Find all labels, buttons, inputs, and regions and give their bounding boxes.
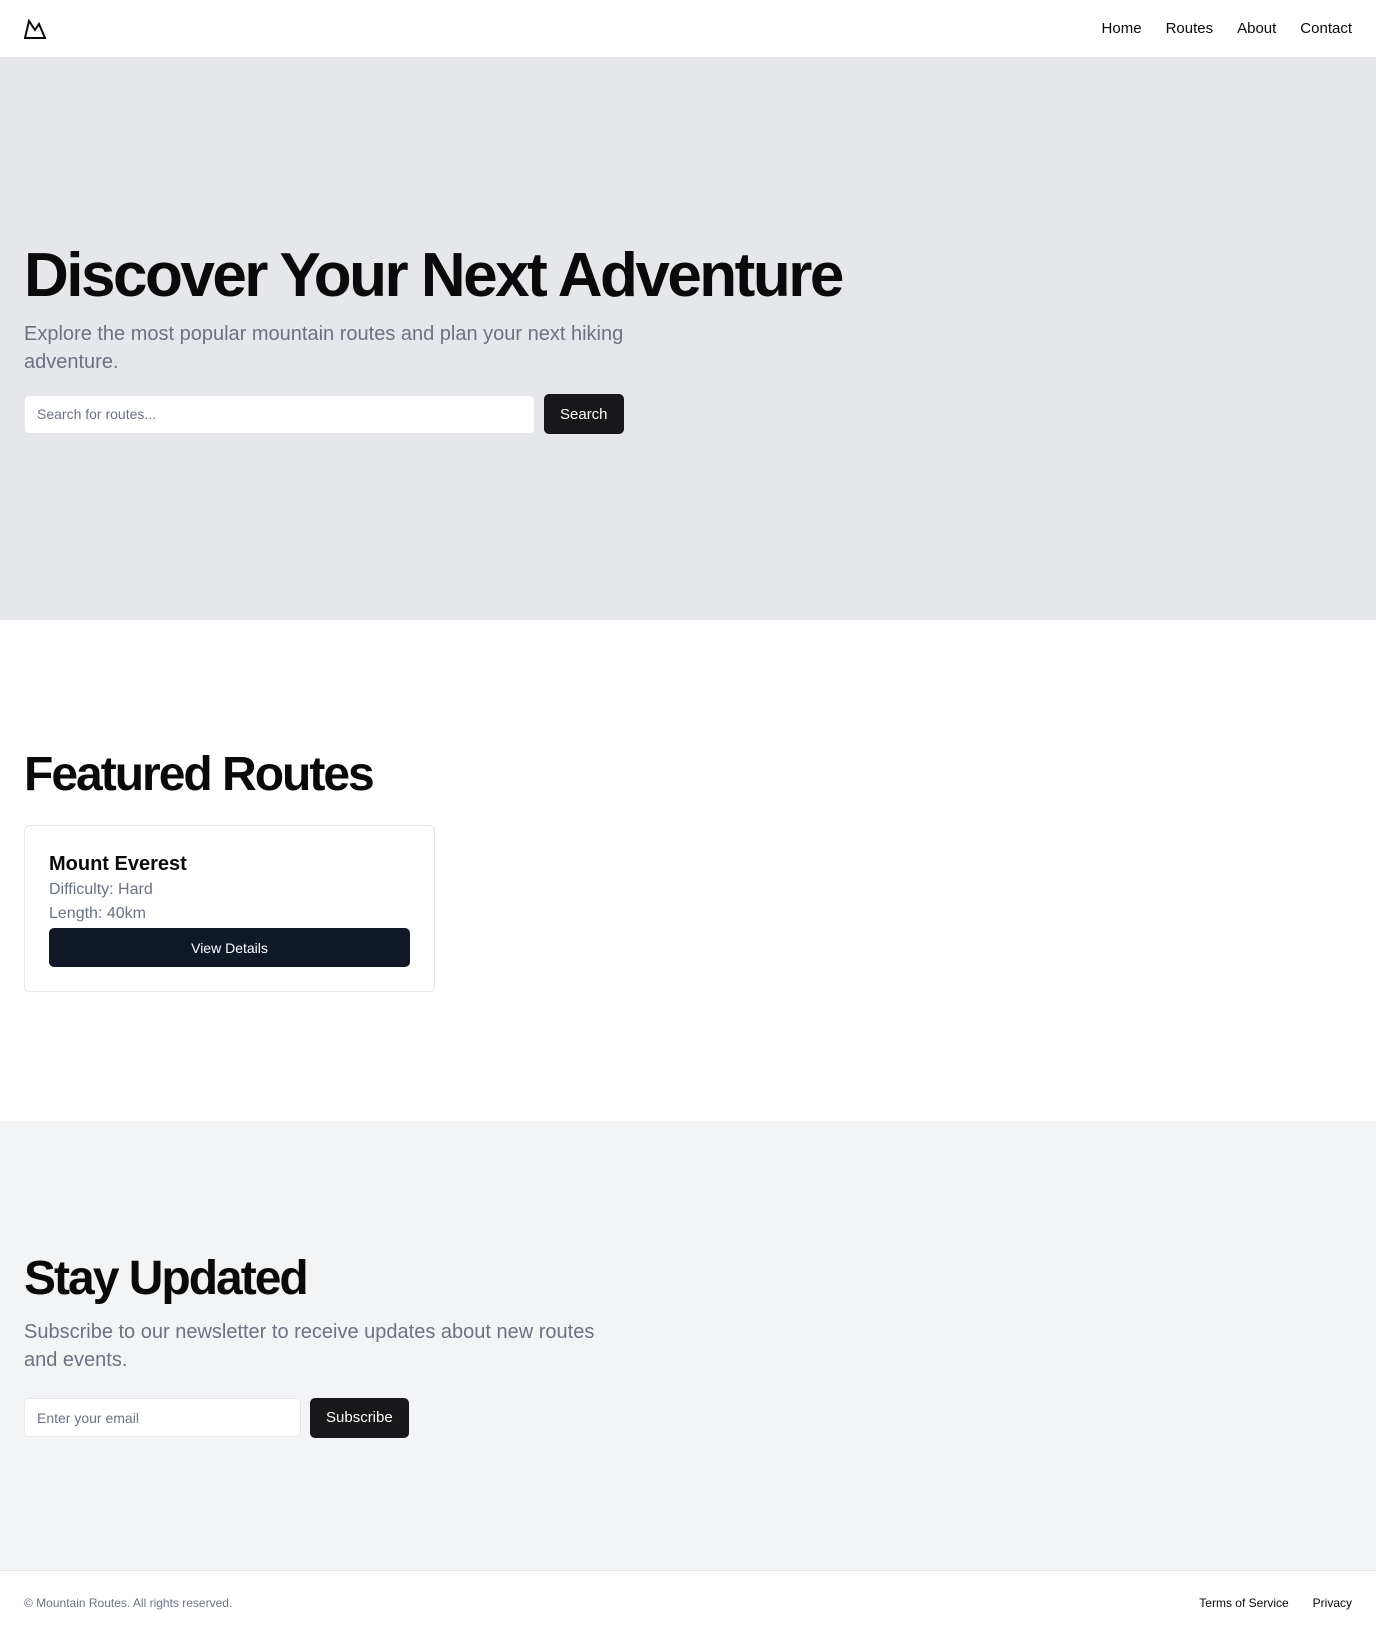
nav-routes-link[interactable]: Routes (1166, 20, 1214, 37)
search-input[interactable] (24, 394, 535, 434)
email-input[interactable] (24, 1398, 301, 1438)
footer-links: Terms of Service Privacy (1199, 1596, 1352, 1610)
nav-about-link[interactable]: About (1237, 20, 1276, 37)
main-nav: Home Routes About Contact (1102, 20, 1352, 37)
featured-routes-section: Featured Routes Mount Everest Difficulty… (0, 620, 1376, 1121)
featured-routes-title: Featured Routes (24, 747, 375, 801)
route-length: Length: 40km (49, 905, 146, 923)
nav-home-link[interactable]: Home (1102, 20, 1142, 37)
route-difficulty: Difficulty: Hard (49, 881, 153, 899)
newsletter-subtitle: Subscribe to our newsletter to receive u… (24, 1320, 595, 1371)
copyright-text: © Mountain Routes. All rights reserved. (24, 1596, 233, 1610)
hero-title: Discover Your Next Adventure (24, 240, 844, 310)
site-header: Home Routes About Contact (0, 0, 1376, 57)
privacy-link[interactable]: Privacy (1313, 1596, 1352, 1610)
mountain-icon (24, 18, 46, 39)
terms-of-service-link[interactable]: Terms of Service (1199, 1596, 1288, 1610)
site-footer: © Mountain Routes. All rights reserved. … (0, 1570, 1376, 1635)
logo-link[interactable] (24, 17, 48, 41)
route-name: Mount Everest (49, 853, 187, 876)
newsletter-title: Stay Updated (24, 1252, 309, 1306)
route-card: Mount Everest Difficulty: Hard Length: 4… (24, 825, 435, 993)
subscribe-button[interactable]: Subscribe (310, 1397, 409, 1438)
view-details-button[interactable]: View Details (49, 928, 410, 968)
newsletter-section: Stay Updated Subscribe to our newsletter… (0, 1121, 1376, 1570)
search-form: Search (24, 394, 1352, 435)
subscribe-form: Subscribe (24, 1397, 1352, 1438)
nav-contact-link[interactable]: Contact (1300, 20, 1352, 37)
search-button[interactable]: Search (544, 394, 624, 435)
hero-section: Discover Your Next Adventure Explore the… (0, 57, 1376, 620)
hero-subtitle: Explore the most popular mountain routes… (24, 323, 624, 374)
